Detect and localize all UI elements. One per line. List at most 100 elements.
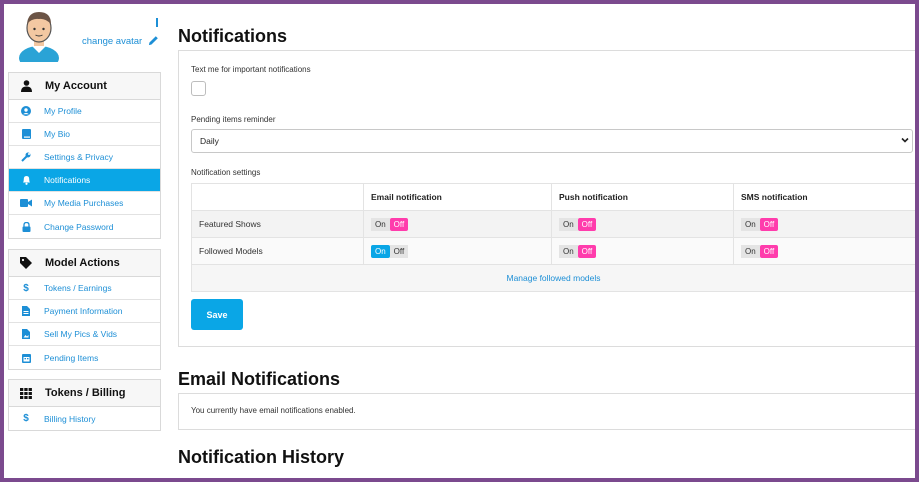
user-icon: [19, 80, 33, 92]
app-frame: change avatar My Account My Profile My B…: [4, 4, 915, 478]
table-row: Featured Shows On Off On Off On Off: [191, 210, 915, 238]
panel-title: Tokens / Billing: [45, 387, 126, 399]
toggle-off[interactable]: Off: [577, 244, 597, 258]
column-header-sms: SMS notification: [733, 183, 915, 211]
sidebar-item-label: My Media Purchases: [44, 198, 124, 208]
calendar-icon: [20, 353, 32, 363]
panel-header-model-actions: Model Actions: [9, 250, 160, 277]
sidebar-item-label: Payment Information: [44, 306, 123, 316]
toggle-off[interactable]: Off: [759, 217, 779, 231]
sidebar-item-label: Pending Items: [44, 352, 99, 363]
book-icon: [20, 129, 32, 139]
featured-shows-sms-toggle[interactable]: On Off: [741, 217, 779, 231]
featured-shows-email-toggle[interactable]: On Off: [371, 217, 409, 231]
user-circle-icon: [20, 106, 32, 116]
tokens-billing-panel: Tokens / Billing $ Billing History: [8, 379, 161, 431]
main-content: Notifications Text me for important noti…: [178, 4, 915, 478]
sidebar-item-billing-history[interactable]: $ Billing History: [9, 407, 160, 430]
sidebar-item-sell-pics-vids[interactable]: Sell My Pics & Vids: [9, 323, 160, 346]
dollar-icon: $: [23, 282, 29, 294]
toggle-off[interactable]: Off: [759, 244, 779, 258]
sidebar-item-label: My Bio: [44, 129, 70, 139]
panel-title: Model Actions: [45, 257, 120, 269]
row-label-followed-models: Followed Models: [191, 237, 364, 265]
notification-history-title: Notification History: [178, 447, 345, 467]
followed-models-push-cell: On Off: [551, 237, 734, 265]
text-me-checkbox[interactable]: [191, 81, 206, 96]
username: [80, 18, 158, 27]
toggle-on[interactable]: On: [741, 244, 760, 258]
featured-shows-email-cell: On Off: [363, 210, 552, 238]
dollar-icon: $: [23, 413, 29, 424]
toggle-off[interactable]: Off: [577, 217, 597, 231]
lock-icon: [20, 221, 32, 232]
sidebar-item-label: Sell My Pics & Vids: [44, 329, 118, 339]
tag-icon: [19, 257, 33, 269]
column-header-email: Email notification: [363, 183, 552, 211]
featured-shows-push-toggle[interactable]: On Off: [559, 217, 597, 231]
toggle-on[interactable]: On: [559, 244, 578, 258]
toggle-on[interactable]: On: [559, 217, 578, 231]
followed-models-email-toggle[interactable]: On Off: [371, 244, 409, 258]
table-row: Followed Models On Off On Off On Off: [191, 237, 915, 265]
notification-settings-table: Email notification Push notification SMS…: [191, 183, 915, 292]
toggle-on[interactable]: On: [371, 244, 390, 258]
sidebar-item-label: Change Password: [44, 221, 114, 232]
notifications-card: Text me for important notifications Pend…: [178, 50, 915, 347]
sidebar-item-notifications[interactable]: Notifications: [9, 169, 160, 192]
sidebar-item-my-media-purchases[interactable]: My Media Purchases: [9, 192, 160, 215]
featured-shows-sms-cell: On Off: [733, 210, 915, 238]
avatar[interactable]: [14, 6, 64, 62]
sidebar-item-my-bio[interactable]: My Bio: [9, 123, 160, 146]
toggle-off[interactable]: Off: [389, 217, 409, 231]
sidebar: change avatar My Account My Profile My B…: [4, 4, 164, 478]
row-label-featured-shows: Featured Shows: [191, 210, 364, 238]
pencil-icon: [148, 36, 158, 46]
sidebar-item-payment-information[interactable]: Payment Information: [9, 300, 160, 323]
chevron-down-icon: [901, 137, 909, 143]
followed-models-email-cell: On Off: [363, 237, 552, 265]
pending-reminder-select[interactable]: Daily: [191, 129, 913, 153]
panel-title: My Account: [45, 80, 107, 92]
sidebar-item-label: My Profile: [44, 106, 82, 116]
followed-models-sms-toggle[interactable]: On Off: [741, 244, 779, 258]
sidebar-item-label: Tokens / Earnings: [44, 283, 112, 293]
notification-settings-label: Notification settings: [191, 168, 261, 177]
change-avatar-label: change avatar: [82, 36, 143, 47]
sidebar-item-my-profile[interactable]: My Profile: [9, 100, 160, 123]
sidebar-item-label: Settings & Privacy: [44, 152, 113, 162]
email-status-text: You currently have email notifications e…: [191, 406, 356, 415]
table-row: Manage followed models: [191, 264, 915, 292]
bell-icon: [20, 175, 32, 185]
sidebar-item-label: Notifications: [44, 175, 91, 185]
grid-icon: [19, 387, 33, 399]
panel-header-tokens-billing: Tokens / Billing: [9, 380, 160, 407]
sidebar-item-settings-privacy[interactable]: Settings & Privacy: [9, 146, 160, 169]
followed-models-push-toggle[interactable]: On Off: [559, 244, 597, 258]
file-icon: [20, 306, 32, 316]
notifications-title: Notifications: [178, 26, 288, 46]
followed-models-sms-cell: On Off: [733, 237, 915, 265]
my-account-panel: My Account My Profile My Bio Settings & …: [8, 72, 161, 239]
image-file-icon: [20, 329, 32, 339]
pending-reminder-value: Daily: [200, 136, 219, 146]
wrench-icon: [20, 152, 32, 162]
sidebar-item-change-password[interactable]: Change Password: [9, 215, 160, 238]
video-camera-icon: [20, 199, 32, 207]
sidebar-item-tokens-earnings[interactable]: $ Tokens / Earnings: [9, 277, 160, 300]
email-notifications-title: Email Notifications: [178, 369, 341, 389]
manage-followed-models-link[interactable]: Manage followed models: [191, 264, 915, 292]
avatar-area: change avatar: [4, 4, 164, 66]
model-actions-panel: Model Actions $ Tokens / Earnings Paymen…: [8, 249, 161, 370]
email-notifications-card: You currently have email notifications e…: [178, 393, 915, 430]
column-header-empty: [191, 183, 364, 211]
change-avatar-link[interactable]: change avatar: [82, 35, 159, 47]
toggle-on[interactable]: On: [741, 217, 760, 231]
text-me-label: Text me for important notifications: [191, 65, 311, 74]
toggle-off[interactable]: Off: [389, 244, 409, 258]
toggle-on[interactable]: On: [371, 217, 390, 231]
sidebar-item-pending-items[interactable]: Pending Items: [9, 346, 160, 369]
featured-shows-push-cell: On Off: [551, 210, 734, 238]
sidebar-item-label: Billing History: [44, 413, 96, 424]
save-button[interactable]: Save: [191, 299, 243, 330]
